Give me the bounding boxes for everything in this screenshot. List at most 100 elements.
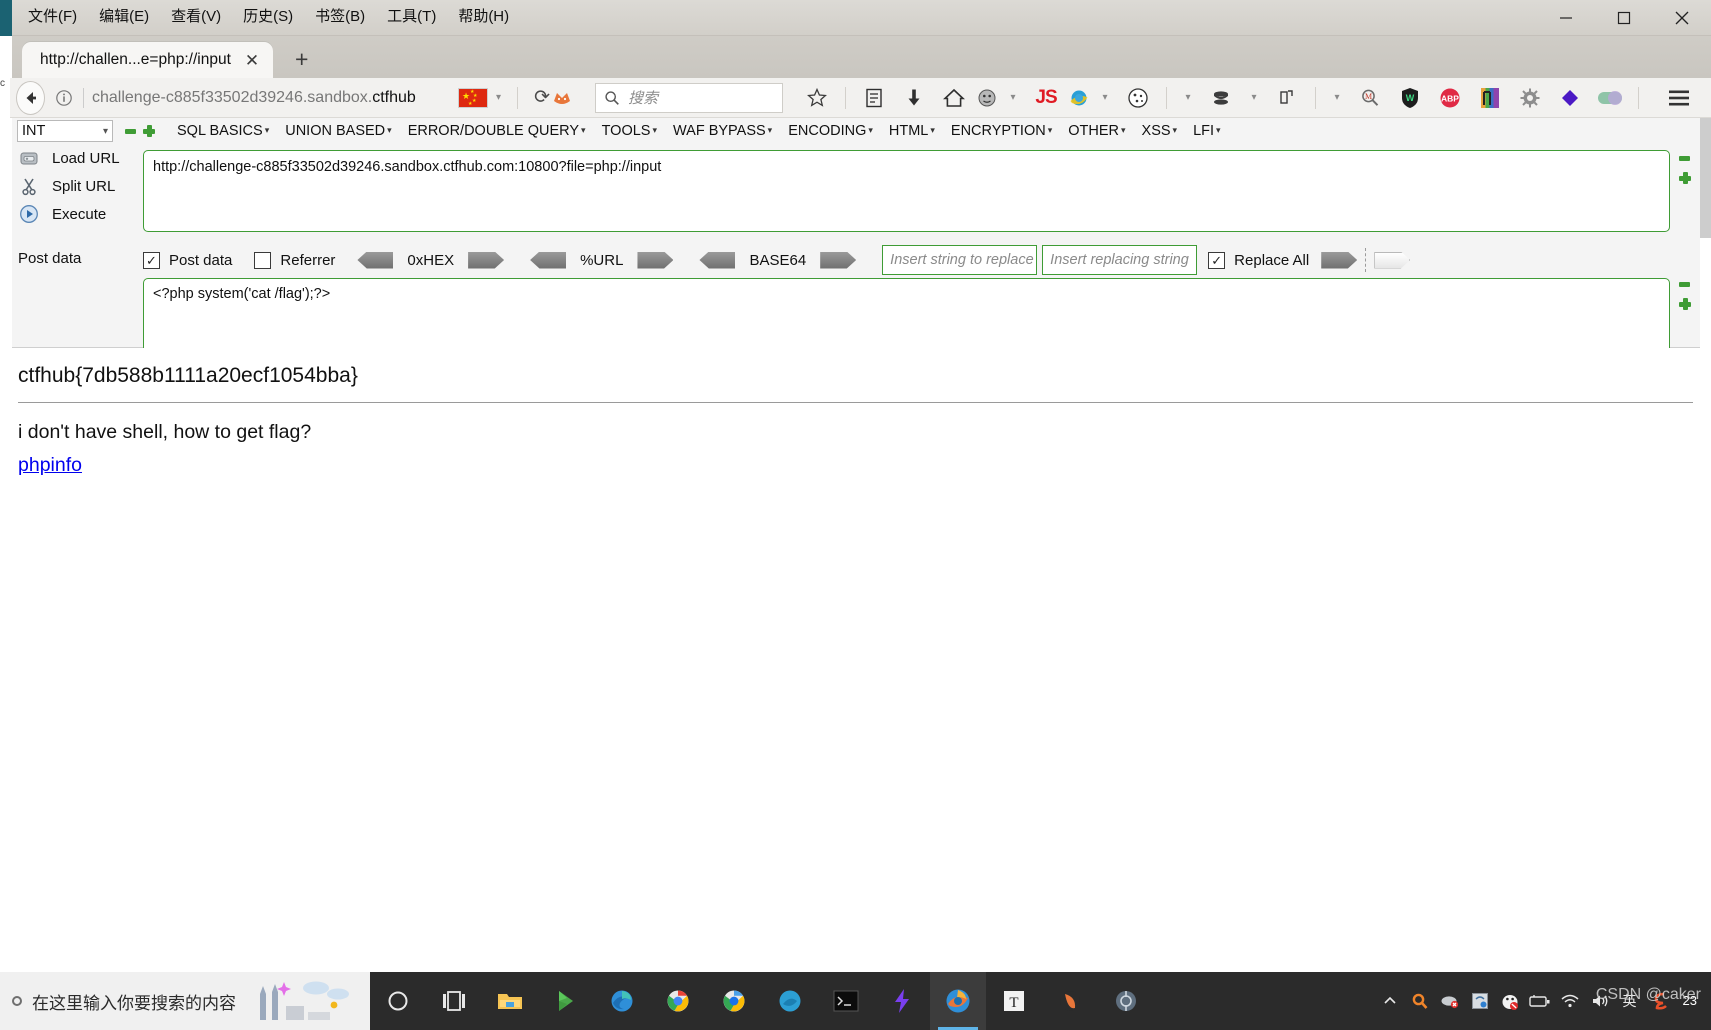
remove-icon[interactable] — [125, 128, 136, 134]
qq-icon[interactable] — [1495, 972, 1525, 1030]
menu-file[interactable]: 文件(F) — [18, 6, 87, 29]
hackbar-url-input[interactable]: http://challenge-c885f33502d39246.sandbo… — [143, 150, 1670, 232]
hackbar-menu-xss[interactable]: XSS ▾ — [1134, 123, 1186, 139]
settings-gear-icon[interactable] — [1510, 81, 1550, 115]
ie-tab-dropdown-icon[interactable]: ▾ — [1092, 81, 1118, 115]
url-decode-button[interactable] — [530, 251, 567, 269]
hackbar-menu-other[interactable]: OTHER ▾ — [1060, 123, 1133, 139]
hackbar-menu-waf-bypass[interactable]: WAF BYPASS ▾ — [665, 123, 780, 139]
menu-help[interactable]: 帮助(H) — [448, 6, 519, 29]
replace-with-input[interactable]: Insert replacing string — [1042, 245, 1198, 275]
bookmark-star-icon[interactable] — [797, 81, 837, 115]
ime-icon[interactable]: 英 — [1615, 972, 1645, 1030]
taskbar-task-view-icon[interactable] — [426, 972, 482, 1030]
hackbar-menu-encoding[interactable]: ENCODING ▾ — [780, 123, 881, 139]
address-bar[interactable]: challenge-c885f33502d39246.sandbox.ctfhu… — [53, 83, 551, 113]
taskbar-search-box[interactable]: 在这里输入你要搜索的内容 — [0, 972, 370, 1030]
screenshot-icon[interactable] — [1465, 972, 1495, 1030]
foxyproxy-dropdown-icon[interactable]: ▾ — [1324, 81, 1350, 115]
hackbar-menu-sql-basics[interactable]: SQL BASICS ▾ — [169, 123, 277, 139]
post-data-checkbox[interactable]: ✓ Post data — [143, 251, 232, 269]
taskbar-terminal-icon[interactable] — [818, 972, 874, 1030]
taskbar-file-explorer-icon[interactable] — [482, 972, 538, 1030]
url-remove-icon[interactable] — [1679, 156, 1690, 161]
browser-tab[interactable]: http://challen...e=php://input ✕ — [22, 42, 274, 78]
replace-secondary-button[interactable] — [1374, 251, 1411, 269]
proxy-switch-icon[interactable] — [1201, 81, 1241, 115]
phpinfo-link[interactable]: phpinfo — [18, 454, 82, 477]
home-icon[interactable] — [934, 81, 974, 115]
taskbar-clock[interactable]: 23 — [1675, 993, 1705, 1009]
javascript-toggle-icon[interactable]: JS — [1026, 81, 1066, 115]
menu-history[interactable]: 历史(S) — [233, 6, 303, 29]
wifi-icon[interactable] — [1555, 972, 1585, 1030]
foxyproxy-icon[interactable] — [1267, 81, 1307, 115]
maximize-button[interactable] — [1595, 0, 1653, 36]
proxy-dropdown-icon[interactable]: ▾ — [1241, 81, 1267, 115]
taskbar-weather-widget[interactable] — [242, 972, 370, 1030]
hex-decode-button[interactable] — [357, 251, 394, 269]
hackbar-menu-html[interactable]: HTML ▾ — [881, 123, 943, 139]
menu-view[interactable]: 查看(V) — [161, 6, 231, 29]
show-hidden-icons-icon[interactable] — [1375, 972, 1405, 1030]
scrollbar-thumb[interactable] — [1700, 118, 1711, 238]
volume-icon[interactable] — [1585, 972, 1615, 1030]
taskbar-firefox-icon[interactable] — [930, 972, 986, 1030]
hackbar-type-select[interactable]: INT ▾ — [17, 120, 113, 142]
hackbar-menu-tools[interactable]: TOOLS ▾ — [594, 123, 665, 139]
taskbar-chrome-icon[interactable] — [650, 972, 706, 1030]
split-url-button[interactable]: Split URL — [12, 172, 130, 200]
taskbar-fiddler-icon[interactable] — [1042, 972, 1098, 1030]
menu-edit[interactable]: 编辑(E) — [89, 6, 159, 29]
taskbar-flash-icon[interactable] — [874, 972, 930, 1030]
base64-encode-button[interactable] — [820, 251, 857, 269]
hackbar-icon[interactable] — [1470, 81, 1510, 115]
taskbar-firefox-dev-icon[interactable] — [762, 972, 818, 1030]
cookie-dropdown-icon[interactable]: ▾ — [1175, 81, 1201, 115]
taskbar-typora-icon[interactable]: T — [986, 972, 1042, 1030]
menu-bookmarks[interactable]: 书签(B) — [305, 6, 375, 29]
browser-search-box[interactable]: 搜索 — [595, 82, 783, 113]
wappalyzer-icon[interactable]: W — [1390, 81, 1430, 115]
zoom-search-icon[interactable]: M — [1350, 81, 1390, 115]
taskbar-burp-icon[interactable] — [1098, 972, 1154, 1030]
replace-search-input[interactable]: Insert string to replace — [882, 245, 1038, 275]
cloud-sync-icon[interactable] — [1435, 972, 1465, 1030]
page-info-icon[interactable] — [53, 87, 75, 109]
back-button[interactable] — [16, 80, 45, 115]
tab-close-icon[interactable]: ✕ — [245, 52, 259, 69]
post-add-icon[interactable] — [1679, 298, 1691, 310]
hackbar-fox-icon[interactable] — [551, 81, 573, 115]
taskbar-chrome-beta-icon[interactable] — [706, 972, 762, 1030]
user-agent-dropdown-icon[interactable]: ▾ — [1000, 81, 1026, 115]
diamond-icon[interactable] — [1550, 81, 1590, 115]
post-remove-icon[interactable] — [1679, 282, 1690, 287]
library-icon[interactable] — [854, 81, 894, 115]
search-everything-icon[interactable] — [1405, 972, 1435, 1030]
url-encode-button[interactable] — [637, 251, 674, 269]
battery-icon[interactable] — [1525, 972, 1555, 1030]
hackbar-post-data-input[interactable]: <?php system('cat /flag');?> — [143, 278, 1670, 356]
hex-encode-button[interactable] — [468, 251, 505, 269]
menu-tools[interactable]: 工具(T) — [377, 6, 446, 29]
replace-apply-button[interactable] — [1321, 251, 1358, 269]
minimize-button[interactable] — [1537, 0, 1595, 36]
close-button[interactable] — [1653, 0, 1711, 36]
chevron-down-icon[interactable]: ▾ — [496, 92, 501, 103]
hackbar-menu-lfi[interactable]: LFI ▾ — [1185, 123, 1228, 139]
taskbar-cortana-icon[interactable] — [370, 972, 426, 1030]
replace-all-checkbox[interactable]: ✓ Replace All — [1208, 251, 1309, 269]
page-scrollbar[interactable] — [1700, 118, 1711, 913]
taskbar-play-store-icon[interactable] — [538, 972, 594, 1030]
toggle-icon[interactable] — [1590, 81, 1630, 115]
url-add-icon[interactable] — [1679, 172, 1691, 184]
hamburger-menu-icon[interactable] — [1659, 81, 1699, 115]
load-url-button[interactable]: Load URL — [12, 144, 130, 172]
reload-icon[interactable]: ⟳ — [534, 86, 550, 109]
user-agent-icon[interactable] — [974, 81, 1000, 115]
downloads-icon[interactable] — [894, 81, 934, 115]
hackbar-menu-error-double-query[interactable]: ERROR/DOUBLE QUERY ▾ — [400, 123, 594, 139]
hackbar-menu-union-based[interactable]: UNION BASED ▾ — [277, 123, 399, 139]
sogou-icon[interactable] — [1645, 972, 1675, 1030]
referrer-checkbox[interactable]: Referrer — [254, 251, 335, 269]
